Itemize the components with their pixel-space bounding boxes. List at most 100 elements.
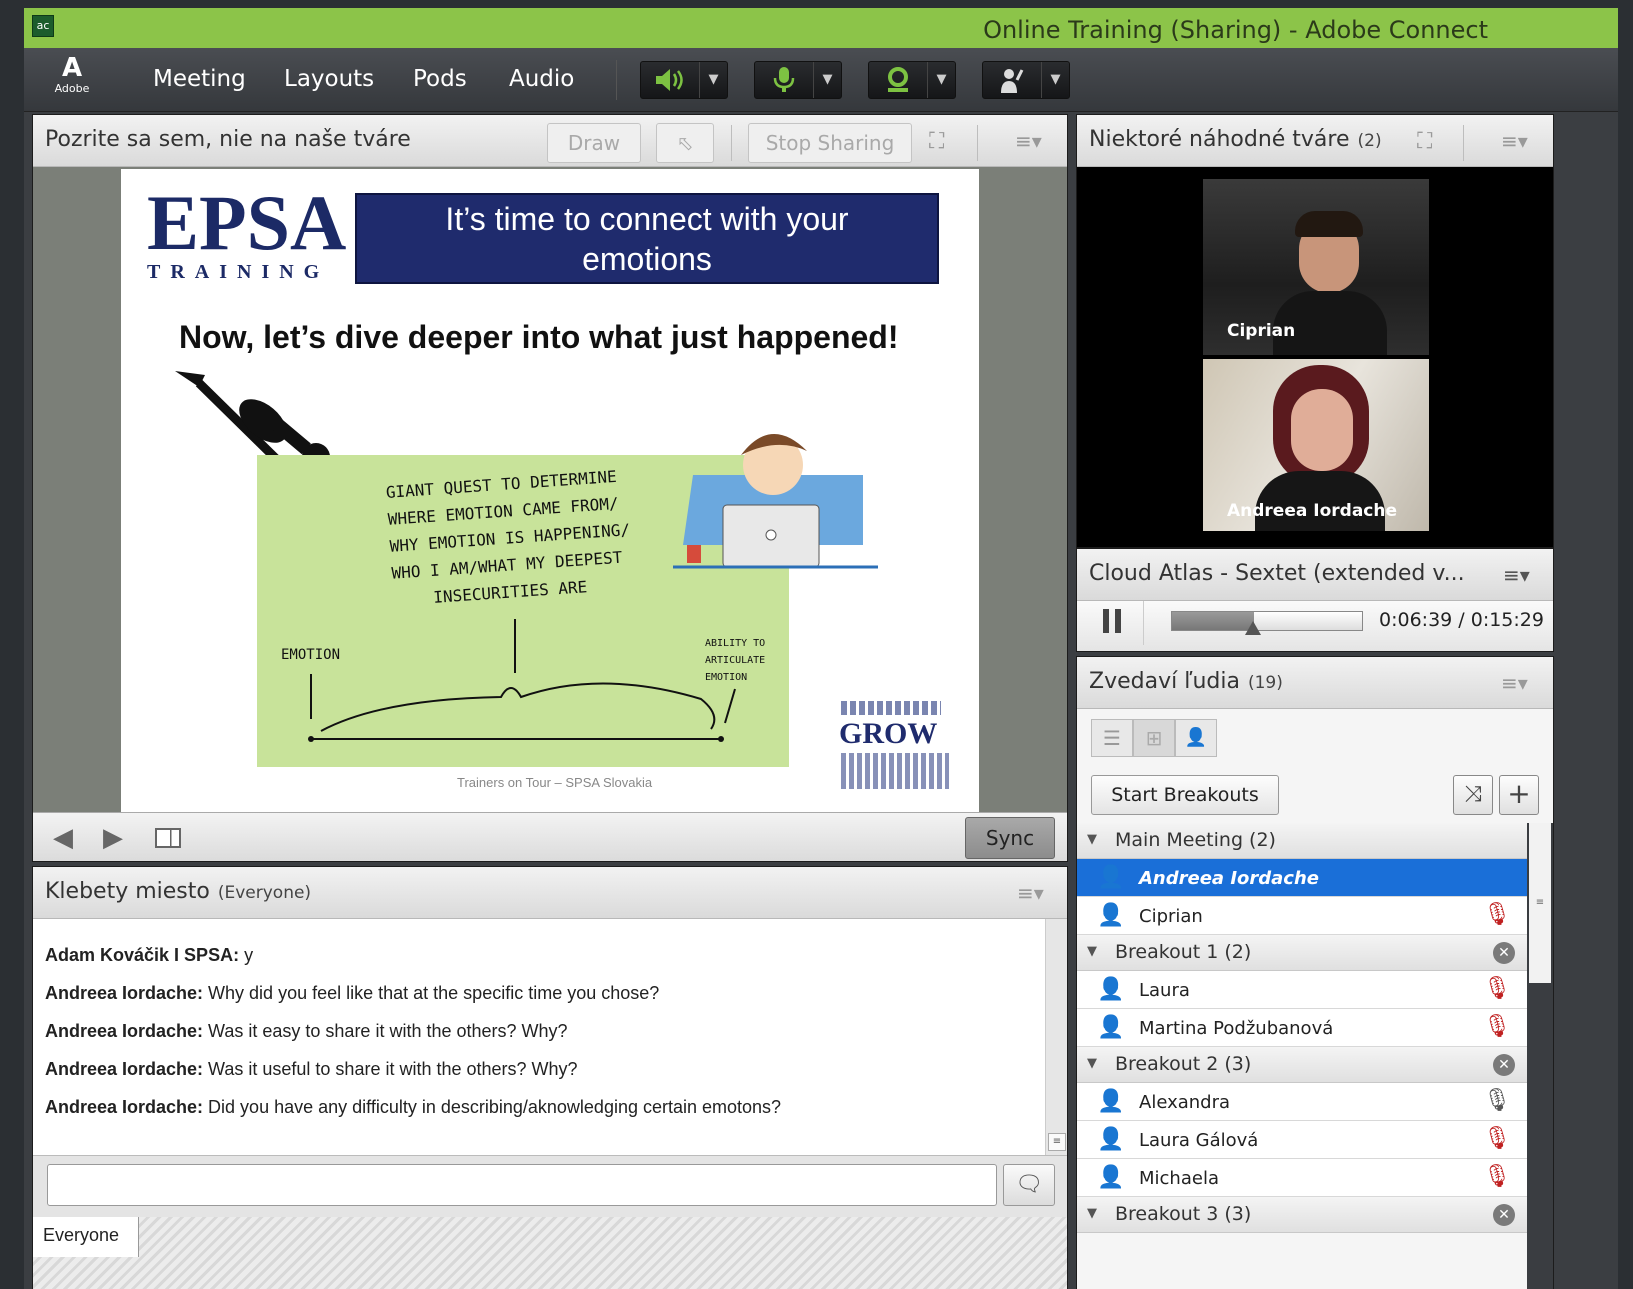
group-breakout-1[interactable]: ▼ Breakout 1 (2) ✕ — [1077, 935, 1527, 971]
close-breakout-icon[interactable]: ✕ — [1493, 1204, 1515, 1226]
draw-button[interactable]: Draw — [547, 123, 641, 163]
chat-input-bar: 🗨 — [33, 1155, 1067, 1217]
pointer-button[interactable]: ⬁ — [656, 123, 714, 163]
group-breakout-3[interactable]: ▼ Breakout 3 (3) ✕ — [1077, 1197, 1527, 1233]
user-icon: 👤 — [1097, 1089, 1125, 1114]
pause-button[interactable] — [1099, 607, 1127, 637]
collapse-arrow-icon[interactable]: ▼ — [1087, 1206, 1097, 1221]
user-icon: 👤 — [1097, 1165, 1125, 1190]
mic-muted-icon: 🎙 — [1483, 902, 1511, 927]
microphone-dropdown[interactable]: ▼ — [813, 62, 841, 98]
chat-sender: Andreea Iordache: — [45, 1021, 204, 1041]
pod-options-icon[interactable]: ≡▾ — [1503, 563, 1530, 587]
group-breakout-2[interactable]: ▼ Breakout 2 (3) ✕ — [1077, 1047, 1527, 1083]
video-feed-ciprian[interactable]: Ciprian — [1203, 179, 1429, 355]
sync-button[interactable]: Sync — [965, 817, 1055, 859]
emotion-curve — [308, 619, 736, 742]
attendee-scrollbar[interactable]: ≡ — [1527, 823, 1553, 1289]
group-main-meeting[interactable]: ▼ Main Meeting (2) — [1077, 823, 1527, 859]
video-name-label: Ciprian — [1227, 321, 1296, 341]
attendee-row[interactable]: 👤 Laura 🎙 — [1077, 971, 1527, 1009]
header-divider — [731, 125, 732, 161]
mic-muted-icon: 🎙 — [1483, 1014, 1511, 1039]
chat-message: Andreea Iordache: Did you have any diffi… — [45, 1097, 781, 1118]
attendees-title-text: Zvedaví ľudia — [1089, 669, 1240, 694]
attendee-name: Laura Gálová — [1139, 1130, 1259, 1151]
attendee-row[interactable]: 👤 Laura Gálová 🎙 — [1077, 1121, 1527, 1159]
breakout-view-icon[interactable]: ⊞ — [1133, 719, 1175, 757]
user-icon: 👤 — [1097, 1127, 1125, 1152]
adobe-logo: A Adobe — [54, 53, 90, 95]
shuffle-icon[interactable]: ⤨ — [1453, 775, 1493, 815]
chat-input[interactable] — [47, 1164, 997, 1206]
attendee-name: Andreea Iordache — [1139, 868, 1319, 889]
adobe-connect-icon: ac — [32, 15, 54, 37]
attendee-name: Ciprian — [1139, 906, 1203, 927]
title-bar: ac Online Training (Sharing) - Adobe Con… — [24, 8, 1618, 48]
music-pod-header: Cloud Atlas - Sextet (extended v... ≡▾ — [1077, 549, 1553, 601]
pod-options-icon[interactable]: ≡▾ — [1015, 129, 1042, 153]
person-hair — [1295, 211, 1363, 237]
chat-scope: (Everyone) — [217, 883, 312, 903]
header-divider — [1463, 125, 1464, 161]
menu-pods[interactable]: Pods — [413, 66, 467, 92]
attendees-count: (19) — [1247, 673, 1283, 693]
close-breakout-icon[interactable]: ✕ — [1493, 1054, 1515, 1076]
video-pod-title: Niektoré náhodné tváre (2) — [1089, 127, 1382, 152]
epsa-logo: EPSA — [147, 179, 347, 266]
collapse-arrow-icon[interactable]: ▼ — [1087, 832, 1097, 847]
video-feed-andreea[interactable]: Andreea Iordache — [1203, 359, 1429, 531]
handwriting-block: GIANT QUEST TO DETERMINE WHERE EMOTION C… — [385, 462, 635, 613]
add-breakout-icon[interactable]: + — [1499, 775, 1539, 815]
attendee-name: Alexandra — [1139, 1092, 1231, 1113]
pod-options-icon[interactable]: ≡▾ — [1501, 129, 1528, 153]
speaker-dropdown[interactable]: ▼ — [699, 62, 727, 98]
music-progress-thumb[interactable] — [1244, 621, 1261, 635]
attendee-row[interactable]: 👤 Alexandra 🎙 — [1077, 1083, 1527, 1121]
attendee-row[interactable]: 👤 Michaela 🎙 — [1077, 1159, 1527, 1197]
slide-footer: Trainers on Tour – SPSA Slovakia — [457, 775, 653, 790]
scroll-thumb[interactable]: ≡ — [1529, 823, 1551, 983]
fullscreen-icon[interactable]: ⛶ — [929, 129, 944, 154]
video-pod-header: Niektoré náhodné tváre (2) ⛶ ≡▾ — [1077, 115, 1553, 167]
chat-sender: Andreea Iordache: — [45, 983, 204, 1003]
sidebar-toggle-icon[interactable] — [155, 828, 181, 848]
chat-message: Andreea Iordache: Was it easy to share i… — [45, 1021, 568, 1042]
raise-hand-dropdown[interactable]: ▼ — [1041, 62, 1069, 98]
webcam-dropdown[interactable]: ▼ — [927, 62, 955, 98]
speaker-button[interactable]: ▼ — [640, 61, 728, 99]
group-label: Breakout 2 (3) — [1115, 1053, 1252, 1075]
menu-layouts[interactable]: Layouts — [284, 66, 374, 92]
pod-options-icon[interactable]: ≡▾ — [1017, 881, 1044, 905]
slide-banner: It’s time to connect with your emotions — [355, 193, 939, 284]
attendee-row[interactable]: 👤 Ciprian 🎙 — [1077, 897, 1527, 935]
mic-muted-icon: 🎙 — [1483, 1126, 1511, 1151]
microphone-button[interactable]: ▼ — [754, 61, 842, 99]
webcam-button[interactable]: ▼ — [868, 61, 956, 99]
fullscreen-icon[interactable]: ⛶ — [1417, 129, 1432, 154]
chat-tab-everyone[interactable]: Everyone — [33, 1217, 139, 1257]
word-cloud-texture — [841, 753, 949, 789]
music-progress-bar[interactable] — [1171, 611, 1363, 631]
attendee-row[interactable]: 👤 Martina Podžubanová 🎙 — [1077, 1009, 1527, 1047]
chat-scrollbar[interactable]: ≡ — [1045, 919, 1067, 1155]
menu-meeting[interactable]: Meeting — [153, 66, 246, 92]
pointer-icon: ⬁ — [676, 131, 694, 155]
attendee-row-selected[interactable]: 👤 Andreea Iordache — [1077, 859, 1527, 897]
collapse-arrow-icon[interactable]: ▼ — [1087, 944, 1097, 959]
collapse-arrow-icon[interactable]: ▼ — [1087, 1056, 1097, 1071]
start-breakouts-button[interactable]: Start Breakouts — [1091, 775, 1279, 815]
next-arrow-icon[interactable]: ▶ — [103, 823, 123, 853]
close-breakout-icon[interactable]: ✕ — [1493, 942, 1515, 964]
raise-hand-button[interactable]: ▼ — [982, 61, 1070, 99]
music-progress-fill — [1172, 612, 1254, 630]
control-divider — [1143, 601, 1144, 645]
menu-audio[interactable]: Audio — [509, 66, 574, 92]
list-view-icon[interactable]: ☰ — [1091, 719, 1133, 757]
stop-sharing-button[interactable]: Stop Sharing — [748, 123, 912, 163]
send-message-button[interactable]: 🗨 — [1003, 1164, 1055, 1206]
status-view-icon[interactable]: 👤 — [1175, 719, 1217, 757]
previous-arrow-icon[interactable]: ◀ — [53, 823, 73, 853]
scroll-grip-icon[interactable]: ≡ — [1048, 1133, 1066, 1151]
pod-options-icon[interactable]: ≡▾ — [1501, 671, 1528, 695]
